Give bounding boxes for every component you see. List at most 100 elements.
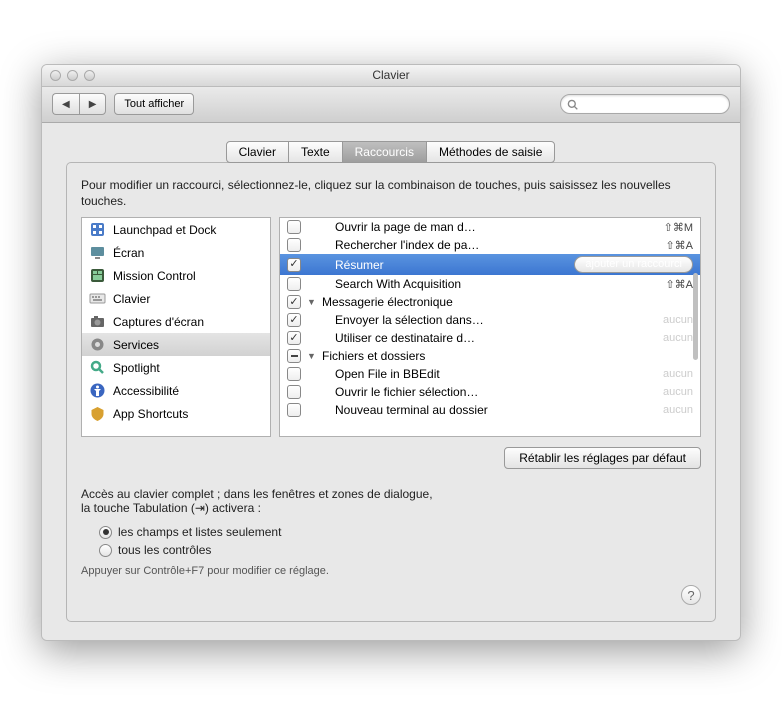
sidebar-item-accessibilit-[interactable]: Accessibilité [82, 379, 270, 402]
app-icon [89, 405, 106, 422]
sidebar-item-label: Spotlight [113, 361, 160, 375]
access-line1: Accès au clavier complet ; dans les fenê… [81, 487, 701, 501]
shortcut-row[interactable]: ▼ Messagerie électronique [280, 293, 700, 311]
shortcuts-panel: Pour modifier un raccourci, sélectionnez… [66, 162, 716, 622]
shortcut-label: Search With Acquisition [335, 277, 655, 291]
shortcut-key: aucun [663, 368, 693, 380]
radio-text-boxes[interactable]: les champs et listes seulement [99, 523, 701, 541]
shortcut-label: Envoyer la sélection dans… [335, 313, 657, 327]
shortcut-key: ⇧⌘M [664, 221, 693, 234]
shortcut-label: Messagerie électronique [322, 295, 693, 309]
shortcut-label: Nouveau terminal au dossier [335, 403, 657, 417]
checkbox[interactable] [287, 403, 301, 417]
instructions: Pour modifier un raccourci, sélectionnez… [81, 177, 701, 209]
disclosure-triangle-icon[interactable]: ▼ [307, 351, 316, 361]
shortcut-row[interactable]: Search With Acquisition ⇧⌘A [280, 275, 700, 293]
checkbox[interactable] [287, 220, 301, 234]
shortcut-row[interactable]: Envoyer la sélection dans… aucun [280, 311, 700, 329]
chevron-right-icon: ▶ [89, 99, 97, 110]
checkbox[interactable] [287, 349, 301, 363]
sidebar-item-spotlight[interactable]: Spotlight [82, 356, 270, 379]
disclosure-triangle-icon[interactable]: ▼ [307, 297, 316, 307]
shortcut-key: ⇧⌘A [665, 239, 693, 252]
launchpad-icon [89, 221, 106, 238]
shortcut-row[interactable]: Résumer ajouter un raccourci [280, 254, 700, 275]
radio-all-controls[interactable]: tous les contrôles [99, 541, 701, 559]
checkbox[interactable] [287, 313, 301, 327]
category-list[interactable]: Launchpad et Dock Écran Mission Control Cla… [81, 217, 271, 437]
tab-méthodes-de-saisie[interactable]: Méthodes de saisie [426, 141, 555, 163]
shortcut-key: aucun [663, 386, 693, 398]
forward-button[interactable]: ▶ [79, 93, 107, 115]
sidebar-item-label: Launchpad et Dock [113, 223, 216, 237]
keyboard-icon [89, 290, 106, 307]
radio-icon [99, 526, 112, 539]
checkbox[interactable] [287, 367, 301, 381]
shortcut-row[interactable]: Ouvrir le fichier sélection… aucun [280, 383, 700, 401]
search-input[interactable] [582, 98, 724, 110]
shortcut-list[interactable]: Ouvrir la page de man d… ⇧⌘M Rechercher l'… [279, 217, 701, 437]
shortcut-label: Ouvrir le fichier sélection… [335, 385, 657, 399]
sidebar-item-services[interactable]: Services [82, 333, 270, 356]
help-button[interactable]: ? [681, 585, 701, 605]
shortcut-label: Rechercher l'index de pa… [335, 238, 655, 252]
shortcut-label: Open File in BBEdit [335, 367, 657, 381]
checkbox[interactable] [287, 295, 301, 309]
sidebar-item-label: Captures d'écran [113, 315, 204, 329]
titlebar: Clavier [42, 65, 740, 87]
shortcut-key: aucun [663, 332, 693, 344]
shortcut-row[interactable]: ▼ Fichiers et dossiers [280, 347, 700, 365]
sidebar-item-label: Mission Control [113, 269, 196, 283]
access-line2: la touche Tabulation (⇥) activera : [81, 501, 701, 515]
sidebar-item-clavier[interactable]: Clavier [82, 287, 270, 310]
preferences-window: Clavier ◀ ▶ Tout afficher ClavierTexteRa… [41, 64, 741, 641]
shortcut-label: Ouvrir la page de man d… [335, 220, 654, 234]
sidebar-item--cran[interactable]: Écran [82, 241, 270, 264]
shortcut-key: ⇧⌘A [665, 278, 693, 291]
checkbox[interactable] [287, 277, 301, 291]
full-keyboard-access: Accès au clavier complet ; dans les fenê… [81, 487, 701, 577]
mission-icon [89, 267, 106, 284]
tab-clavier[interactable]: Clavier [226, 141, 289, 163]
radio-label: tous les contrôles [118, 543, 211, 557]
chevron-left-icon: ◀ [62, 99, 70, 110]
checkbox[interactable] [287, 238, 301, 252]
checkbox[interactable] [287, 331, 301, 345]
add-shortcut-button[interactable]: ajouter un raccourci [574, 256, 693, 273]
sidebar-item-mission-control[interactable]: Mission Control [82, 264, 270, 287]
scrollbar[interactable] [693, 273, 698, 360]
checkbox[interactable] [287, 258, 301, 272]
sidebar-item-label: App Shortcuts [113, 407, 188, 421]
radio-icon [99, 544, 112, 557]
gear-icon [89, 336, 106, 353]
sidebar-item-launchpad-et-dock[interactable]: Launchpad et Dock [82, 218, 270, 241]
access-hint: Appuyer sur Contrôle+F7 pour modifier ce… [81, 565, 701, 577]
screen-icon [89, 244, 106, 261]
tab-texte[interactable]: Texte [288, 141, 343, 163]
sidebar-item-label: Clavier [113, 292, 150, 306]
restore-defaults-button[interactable]: Rétablir les réglages par défaut [504, 447, 701, 469]
shortcut-key: aucun [663, 314, 693, 326]
toolbar: ◀ ▶ Tout afficher [42, 87, 740, 123]
back-button[interactable]: ◀ [52, 93, 79, 115]
radio-label: les champs et listes seulement [118, 525, 281, 539]
window-title: Clavier [42, 68, 740, 82]
sidebar-item-app-shortcuts[interactable]: App Shortcuts [82, 402, 270, 425]
shortcut-row[interactable]: Nouveau terminal au dossier aucun [280, 401, 700, 419]
shortcut-label: Résumer [335, 258, 568, 272]
tab-raccourcis[interactable]: Raccourcis [342, 141, 427, 163]
shortcut-row[interactable]: Utiliser ce destinataire d…aucun [280, 329, 700, 347]
shortcut-label: Fichiers et dossiers [322, 349, 693, 363]
sidebar-item-label: Accessibilité [113, 384, 179, 398]
show-all-button[interactable]: Tout afficher [114, 93, 194, 115]
shortcut-row[interactable]: Open File in BBEdit aucun [280, 365, 700, 383]
sidebar-item-captures-d-cran[interactable]: Captures d'écran [82, 310, 270, 333]
shortcut-row[interactable]: Ouvrir la page de man d… ⇧⌘M [280, 218, 700, 236]
shortcut-row[interactable]: Rechercher l'index de pa… ⇧⌘A [280, 236, 700, 254]
sidebar-item-label: Écran [113, 246, 144, 260]
spotlight-icon [89, 359, 106, 376]
nav-back-forward: ◀ ▶ [52, 93, 106, 115]
checkbox[interactable] [287, 385, 301, 399]
shortcut-key: aucun [663, 404, 693, 416]
search-field[interactable] [560, 94, 730, 114]
